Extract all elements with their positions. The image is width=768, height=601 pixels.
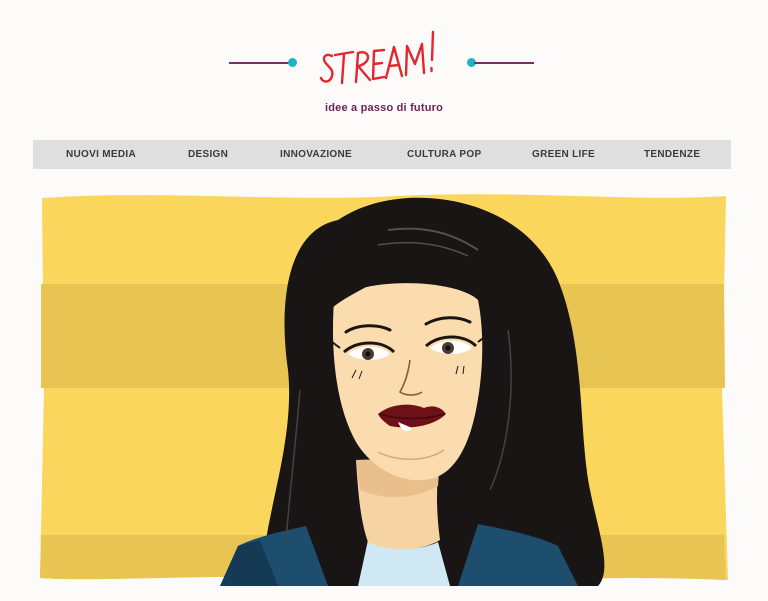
- site-logo[interactable]: [318, 26, 444, 94]
- decorative-line-right: [474, 62, 534, 64]
- site-header: idee a passo di futuro: [0, 0, 768, 130]
- nav-item-cultura-pop[interactable]: CULTURA POP: [407, 140, 481, 169]
- nav-item-design[interactable]: DESIGN: [188, 140, 228, 169]
- site-tagline: idee a passo di futuro: [324, 102, 444, 114]
- page: idee a passo di futuro NUOVI MEDIA DESIG…: [0, 0, 768, 601]
- hero-illustration[interactable]: [38, 190, 728, 586]
- portrait-illustration: [40, 194, 728, 586]
- nav-item-nuovi-media[interactable]: NUOVI MEDIA: [66, 140, 136, 169]
- nav-item-tendenze[interactable]: TENDENZE: [644, 140, 700, 169]
- nav-item-innovazione[interactable]: INNOVAZIONE: [280, 140, 352, 169]
- stream-logo-icon: [319, 30, 435, 85]
- decorative-line-left: [229, 62, 291, 64]
- main-nav: NUOVI MEDIA DESIGN INNOVAZIONE CULTURA P…: [33, 140, 731, 169]
- nav-item-green-life[interactable]: GREEN LIFE: [532, 140, 595, 169]
- decorative-dot-left: [288, 58, 297, 67]
